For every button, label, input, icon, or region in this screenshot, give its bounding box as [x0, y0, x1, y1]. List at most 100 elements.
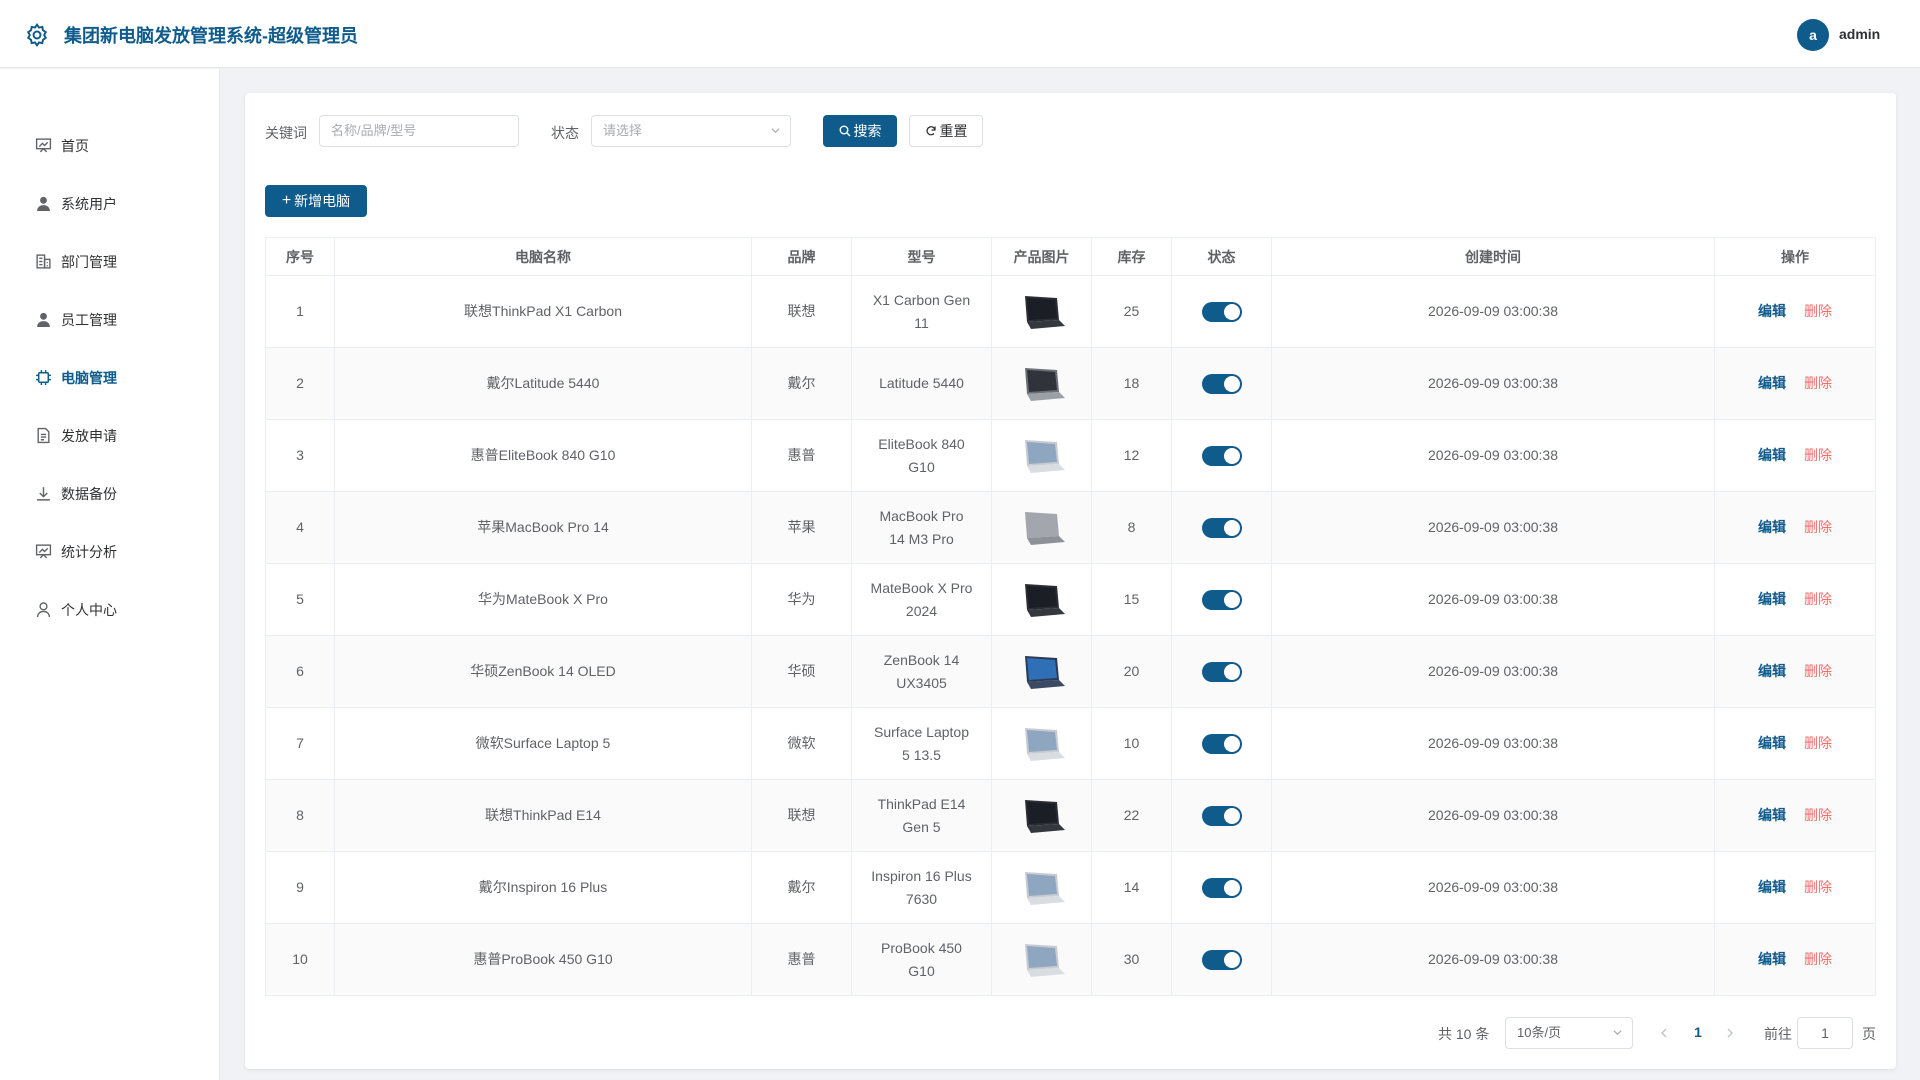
delete-link[interactable]: 删除 — [1804, 303, 1832, 319]
table-row: 7 微软Surface Laptop 5 微软 Surface Laptop 5 13… — [265, 707, 1876, 780]
sidebar-item-applications[interactable]: 发放申请 — [0, 406, 219, 464]
cell-name: 惠普ProBook 450 G10 — [334, 923, 752, 996]
edit-link[interactable]: 编辑 — [1758, 807, 1786, 823]
model-text: Inspiron 16 Plus 7630 — [871, 867, 972, 907]
status-toggle[interactable] — [1201, 734, 1242, 755]
add-computer-button[interactable]: + 新增电脑 — [265, 185, 367, 217]
cell-created: 2026-09-09 03:00:38 — [1271, 491, 1715, 564]
edit-link[interactable]: 编辑 — [1758, 663, 1786, 679]
sidebar-item-home[interactable]: 首页 — [0, 116, 219, 174]
delete-link[interactable]: 删除 — [1804, 447, 1832, 463]
delete-link[interactable]: 删除 — [1804, 735, 1832, 751]
page-size-select[interactable]: 10条/页 — [1505, 1017, 1633, 1049]
cell-image — [991, 851, 1092, 924]
laptop-silver-icon[interactable] — [1017, 724, 1067, 764]
laptop-closed-icon[interactable] — [1017, 508, 1067, 548]
toggle-knob — [1223, 808, 1240, 825]
delete-link[interactable]: 删除 — [1804, 951, 1832, 967]
cell-status — [1171, 851, 1272, 924]
cell-created: 2026-09-09 03:00:38 — [1271, 707, 1715, 780]
status-toggle[interactable] — [1201, 374, 1242, 395]
edit-link[interactable]: 编辑 — [1758, 447, 1786, 463]
edit-link[interactable]: 编辑 — [1758, 375, 1786, 391]
plus-icon: + — [281, 192, 292, 209]
laptop-dark-icon[interactable] — [1017, 580, 1067, 620]
current-page[interactable]: 1 — [1688, 1024, 1708, 1040]
delete-link[interactable]: 删除 — [1804, 663, 1832, 679]
sidebar-item-system-users[interactable]: 系统用户 — [0, 174, 219, 232]
header-image: 产品图片 — [991, 237, 1092, 276]
keyword-input[interactable]: 名称/品牌/型号 — [319, 115, 519, 147]
cell-name: 微软Surface Laptop 5 — [334, 707, 752, 780]
cell-created: 2026-09-09 03:00:38 — [1271, 851, 1715, 924]
sidebar-item-employees[interactable]: 员工管理 — [0, 290, 219, 348]
cell-name: 戴尔Latitude 5440 — [334, 347, 752, 420]
status-toggle[interactable] — [1201, 950, 1242, 971]
delete-link[interactable]: 删除 — [1804, 375, 1832, 391]
cell-brand: 戴尔 — [751, 347, 852, 420]
sidebar-item-departments[interactable]: 部门管理 — [0, 232, 219, 290]
table-row: 2 戴尔Latitude 5440 戴尔 Latitude 5440 18 2026-0… — [265, 347, 1876, 420]
status-toggle[interactable] — [1201, 518, 1242, 539]
cell-stock: 18 — [1091, 347, 1172, 420]
cell-created: 2026-09-09 03:00:38 — [1271, 563, 1715, 636]
cell-created: 2026-09-09 03:00:38 — [1271, 923, 1715, 996]
user-outline-icon — [36, 602, 51, 617]
delete-link[interactable]: 删除 — [1804, 879, 1832, 895]
sidebar-item-backup[interactable]: 数据备份 — [0, 464, 219, 522]
sidebar-item-computers[interactable]: 电脑管理 — [0, 348, 219, 406]
table-row: 8 联想ThinkPad E14 联想 ThinkPad E14 Gen 5 22 20… — [265, 779, 1876, 852]
delete-link[interactable]: 删除 — [1804, 807, 1832, 823]
edit-link[interactable]: 编辑 — [1758, 519, 1786, 535]
prev-page-icon[interactable] — [1655, 1021, 1673, 1045]
next-page-icon[interactable] — [1721, 1021, 1739, 1045]
username[interactable]: admin — [1839, 26, 1880, 42]
header-actions: 操作 — [1714, 237, 1876, 276]
laptop-silver-icon[interactable] — [1017, 940, 1067, 980]
sidebar-item-label: 数据备份 — [61, 486, 117, 502]
laptop-blue-icon[interactable] — [1017, 652, 1067, 692]
edit-link[interactable]: 编辑 — [1758, 591, 1786, 607]
dashboard-icon — [35, 138, 52, 153]
delete-link[interactable]: 删除 — [1804, 519, 1832, 535]
keyword-label: 关键词 — [265, 125, 307, 141]
status-toggle[interactable] — [1201, 806, 1242, 827]
cell-name: 惠普EliteBook 840 G10 — [334, 419, 752, 492]
toggle-knob — [1223, 448, 1240, 465]
edit-link[interactable]: 编辑 — [1758, 735, 1786, 751]
sidebar-item-label: 首页 — [61, 138, 89, 154]
reset-button[interactable]: 重置 — [909, 115, 983, 147]
search-button[interactable]: 搜索 — [823, 115, 897, 147]
model-text: X1 Carbon Gen 11 — [872, 291, 971, 331]
cell-stock: 8 — [1091, 491, 1172, 564]
laptop-silver-icon[interactable] — [1017, 868, 1067, 908]
computers-table: 序号 电脑名称 品牌 型号 产品图片 库存 状态 创建时间 操作 1 联想Thin… — [265, 237, 1876, 996]
laptop-dark-icon[interactable] — [1017, 292, 1067, 332]
keyword-placeholder: 名称/品牌/型号 — [331, 123, 417, 138]
status-toggle[interactable] — [1201, 590, 1242, 611]
laptop-dark-icon[interactable] — [1017, 796, 1067, 836]
cell-status — [1171, 707, 1272, 780]
table-row: 4 苹果MacBook Pro 14 苹果 MacBook Pro 14 M3 Pro… — [265, 491, 1876, 564]
goto-page-input[interactable]: 1 — [1797, 1017, 1853, 1049]
cell-image — [991, 923, 1092, 996]
status-toggle[interactable] — [1201, 446, 1242, 467]
status-select[interactable]: 请选择 — [591, 115, 791, 147]
edit-link[interactable]: 编辑 — [1758, 879, 1786, 895]
sidebar-item-label: 统计分析 — [61, 544, 117, 560]
laptop-gray-icon[interactable] — [1017, 364, 1067, 404]
delete-link[interactable]: 删除 — [1804, 591, 1832, 607]
edit-link[interactable]: 编辑 — [1758, 951, 1786, 967]
status-toggle[interactable] — [1201, 878, 1242, 899]
edit-link[interactable]: 编辑 — [1758, 303, 1786, 319]
goto-label: 前往 — [1764, 1026, 1792, 1042]
cell-stock: 22 — [1091, 779, 1172, 852]
table-row: 9 戴尔Inspiron 16 Plus 戴尔 Inspiron 16 Plus 76… — [265, 851, 1876, 924]
status-toggle[interactable] — [1201, 302, 1242, 323]
sidebar-item-profile[interactable]: 个人中心 — [0, 580, 219, 638]
sidebar-item-statistics[interactable]: 统计分析 — [0, 522, 219, 580]
header-status: 状态 — [1171, 237, 1272, 276]
laptop-silver-icon[interactable] — [1017, 436, 1067, 476]
status-toggle[interactable] — [1201, 662, 1242, 683]
avatar[interactable]: a — [1797, 19, 1829, 51]
